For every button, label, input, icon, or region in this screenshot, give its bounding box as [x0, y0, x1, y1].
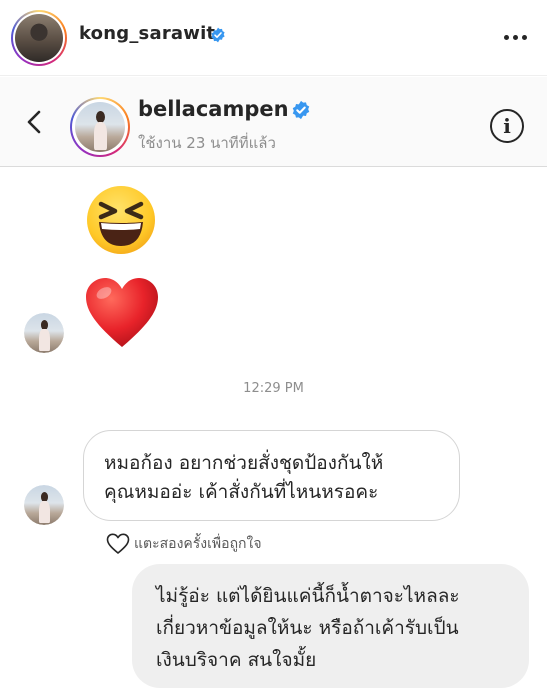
poster-avatar-photo — [15, 14, 63, 62]
post-header: kong_sarawit — [0, 0, 547, 76]
contact-avatar[interactable] — [70, 97, 130, 157]
double-tap-like-hint[interactable]: แตะสองครั้งเพื่อถูกใจ — [106, 531, 262, 557]
contact-username[interactable]: bellacampen — [138, 97, 289, 121]
like-hint-text: แตะสองครั้งเพื่อถูกใจ — [134, 536, 262, 552]
poster-username[interactable]: kong_sarawit — [79, 23, 215, 44]
poster-avatar[interactable] — [11, 10, 67, 66]
info-icon[interactable]: i — [490, 109, 524, 143]
active-status: ใช้งาน 23 นาทีที่แล้ว — [138, 134, 276, 152]
message-text-line: คุณหมออ่ะ เค้าสั่งกันที่ไหนหรอคะ — [104, 481, 379, 503]
grinning-squinting-face-emoji — [87, 186, 155, 254]
conversation-header: bellacampen ใช้งาน 23 นาทีที่แล้ว i — [0, 77, 547, 167]
message-text-line: เกี่ยวหาข้อมูลให้นะ หรือถ้าเค้ารับเป็น — [156, 617, 459, 639]
message-text-line: ไม่รู้อ่ะ แต่ได้ยินแค่นี้ก็น้ำตาจะไหลละ — [156, 585, 460, 607]
more-options-icon[interactable] — [500, 28, 530, 46]
outgoing-message-bubble[interactable]: ไม่รู้อ่ะ แต่ได้ยินแค่นี้ก็น้ำตาจะไหลละ … — [132, 564, 529, 688]
contact-avatar-photo — [75, 102, 125, 152]
message-text-line: เงินบริจาค สนใจมั้ย — [156, 649, 317, 671]
incoming-message-bubble[interactable]: หมอก้อง อยากช่วยสั่งชุดป้องกันให้ คุณหมอ… — [83, 430, 460, 521]
message-timestamp: 12:29 PM — [243, 381, 304, 396]
message-text-line: หมอก้อง อยากช่วยสั่งชุดป้องกันให้ — [104, 452, 384, 474]
heart-outline-icon — [106, 533, 130, 554]
verified-badge-icon — [211, 27, 225, 43]
back-chevron-icon[interactable] — [20, 107, 50, 137]
verified-badge-icon — [292, 100, 310, 120]
sender-avatar[interactable] — [24, 485, 64, 525]
sender-avatar[interactable] — [24, 313, 64, 353]
red-heart-emoji — [86, 278, 158, 347]
